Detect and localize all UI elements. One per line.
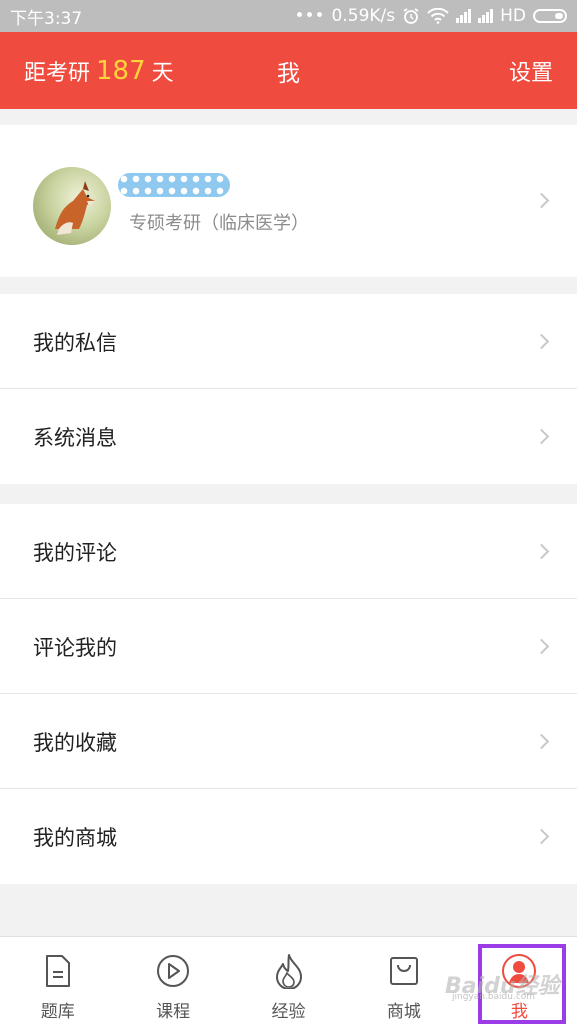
profile-card[interactable]: 专硕考研（临床医学） xyxy=(0,125,577,277)
menu-group-activity: 我的评论 评论我的 我的收藏 我的商城 xyxy=(0,504,577,884)
tab-question-bank[interactable]: 题库 xyxy=(0,937,115,1026)
signal-strength-icon xyxy=(456,9,472,23)
tab-label: 经验 xyxy=(271,1002,306,1022)
status-bar: 下午3:37 ••• 0.59K/s HD xyxy=(0,0,577,32)
menu-item-label: 系统消息 xyxy=(33,425,117,450)
flame-icon xyxy=(271,953,307,989)
tab-label: 题库 xyxy=(40,1002,75,1022)
tab-me[interactable]: 我 xyxy=(462,937,577,1026)
chevron-right-icon xyxy=(533,543,550,560)
tab-shop[interactable]: 商城 xyxy=(346,937,461,1026)
menu-item-label: 我的评论 xyxy=(33,540,117,565)
profile-subtitle: 专硕考研（临床医学） xyxy=(129,213,309,234)
app-header: 距考研 187 天 我 设置 xyxy=(0,32,577,109)
countdown-prefix: 距考研 xyxy=(24,60,91,86)
network-type: HD xyxy=(500,6,526,26)
menu-item-private-messages[interactable]: 我的私信 xyxy=(0,294,577,389)
wifi-icon xyxy=(427,8,449,24)
menu-item-favorites[interactable]: 我的收藏 xyxy=(0,694,577,789)
tab-label: 课程 xyxy=(156,1002,191,1022)
exam-countdown: 距考研 187 天 xyxy=(24,32,174,109)
chevron-right-icon xyxy=(533,333,550,350)
settings-button[interactable]: 设置 xyxy=(509,32,553,109)
battery-icon xyxy=(533,9,567,23)
fox-avatar-image xyxy=(55,181,95,235)
chevron-right-icon xyxy=(533,638,550,655)
network-speed: 0.59K/s xyxy=(331,6,396,26)
user-icon xyxy=(501,953,537,989)
tab-label: 商城 xyxy=(386,1002,421,1022)
bottom-tab-bar: 题库 课程 经验 商城 我 xyxy=(0,936,577,1026)
signal-strength-2-icon xyxy=(478,9,494,23)
tab-label: 我 xyxy=(510,1002,528,1022)
menu-item-comments-on-me[interactable]: 评论我的 xyxy=(0,599,577,694)
countdown-suffix: 天 xyxy=(151,60,174,86)
status-right-group: ••• 0.59K/s HD xyxy=(294,6,567,26)
menu-item-label: 我的私信 xyxy=(33,330,117,355)
more-dots-icon: ••• xyxy=(294,6,325,26)
alarm-clock-icon xyxy=(403,8,419,24)
username-redacted xyxy=(118,173,230,197)
document-icon xyxy=(40,953,76,989)
menu-item-label: 评论我的 xyxy=(33,635,117,660)
chevron-right-icon xyxy=(533,428,550,445)
shopping-bag-icon xyxy=(386,953,422,989)
menu-group-messages: 我的私信 系统消息 xyxy=(0,294,577,484)
chevron-right-icon xyxy=(533,828,550,845)
menu-item-label: 我的收藏 xyxy=(33,730,117,755)
menu-item-label: 我的商城 xyxy=(33,825,117,850)
countdown-days: 187 xyxy=(96,55,146,86)
chevron-right-icon xyxy=(533,192,550,209)
chevron-right-icon xyxy=(533,733,550,750)
tab-courses[interactable]: 课程 xyxy=(115,937,230,1026)
menu-item-my-comments[interactable]: 我的评论 xyxy=(0,504,577,599)
menu-item-system-messages[interactable]: 系统消息 xyxy=(0,389,577,484)
avatar[interactable] xyxy=(33,167,111,245)
tab-experience[interactable]: 经验 xyxy=(231,937,346,1026)
play-circle-icon xyxy=(155,953,191,989)
status-time: 下午3:37 xyxy=(10,8,83,29)
menu-item-my-shop[interactable]: 我的商城 xyxy=(0,789,577,884)
